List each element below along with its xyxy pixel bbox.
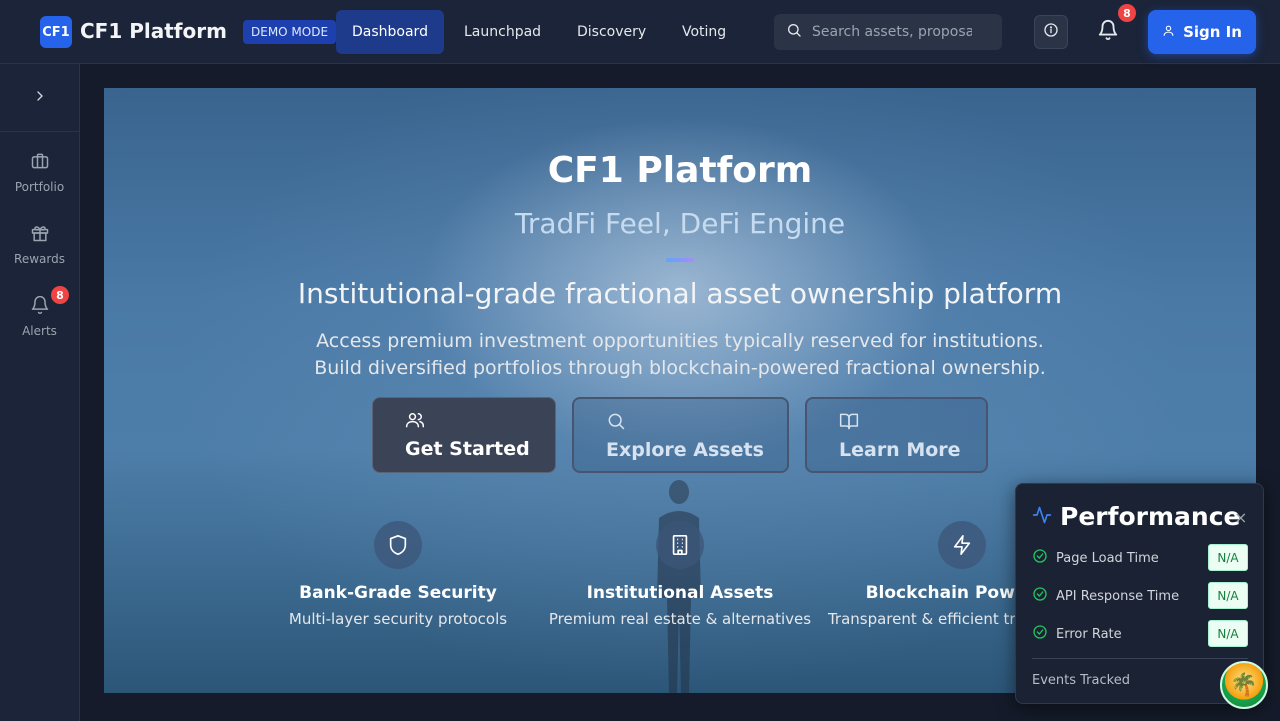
feature-security: Bank-Grade Security Multi-layer security… [248,521,548,628]
check-circle-icon [1032,548,1048,568]
performance-title: Performance [1060,502,1241,531]
shield-icon [374,521,422,569]
hero-title: CF1 Platform [547,150,813,191]
check-circle-icon [1032,586,1048,606]
metric-api-response: API Response Time N/A [1032,582,1248,610]
sidebar-item-label: Alerts [22,323,57,338]
sidebar-item-label: Portfolio [14,179,65,194]
user-icon [1162,23,1175,41]
info-icon [1043,22,1059,42]
feature-text: Multi-layer security protocols [288,610,508,628]
info-button[interactable] [1034,15,1068,49]
feature-title: Institutional Assets [586,583,774,603]
sidebar-item-label: Rewards [14,251,65,266]
close-icon[interactable]: × [1234,508,1247,527]
metric-label: API Response Time [1056,588,1180,604]
get-started-button[interactable]: Get Started [372,397,556,473]
hero-subtitle: TradFi Feel, DeFi Engine [514,207,846,240]
explore-assets-button[interactable]: Explore Assets [572,397,789,473]
activity-icon [1032,505,1052,529]
divider [1032,658,1248,659]
nav-discovery[interactable]: Discovery [561,10,662,54]
alerts-count-badge: 8 [51,286,69,304]
description-line: Access premium investment opportunities … [316,330,1044,352]
metric-value: N/A [1208,620,1248,647]
feature-text: Premium real estate & alternatives [548,610,812,628]
metric-page-load: Page Load Time N/A [1032,544,1248,572]
metric-value: N/A [1208,544,1248,571]
palm-tree-icon: 🌴 [1230,672,1258,698]
sidebar-expand-button[interactable] [0,64,79,132]
sidebar-item-alerts[interactable]: Alerts 8 [0,286,79,346]
feature-title: Bank-Grade Security [299,583,497,603]
book-icon [839,413,859,435]
bell-icon [30,295,50,318]
hero-description: Access premium investment opportunities … [104,328,1256,382]
metric-label: Page Load Time [1056,550,1159,566]
metric-error-rate: Error Rate N/A [1032,620,1248,648]
search-input[interactable] [812,24,972,40]
chevron-right-icon [32,88,48,108]
sign-in-label: Sign In [1183,23,1242,41]
description-line: Build diversified portfolios through blo… [314,357,1046,379]
bell-icon [1097,19,1119,45]
notification-count-badge: 8 [1118,4,1136,22]
events-tracked-label: Events Tracked [1032,673,1130,688]
metric-label: Error Rate [1056,626,1122,642]
sidebar-item-rewards[interactable]: Rewards [0,214,79,274]
sign-in-button[interactable]: Sign In [1148,10,1256,54]
logo[interactable]: CF1 [40,16,72,48]
cta-label: Learn More [839,439,961,461]
feature-assets: Institutional Assets Premium real estate… [530,521,830,628]
accent-divider [666,258,694,262]
cta-label: Explore Assets [606,439,764,461]
avatar[interactable]: 🌴 [1220,661,1268,709]
search-icon [606,413,626,435]
sidebar: Portfolio Rewards Alerts 8 [0,64,80,721]
top-navbar: CF1 CF1 Platform DEMO MODE Dashboard Lau… [0,0,1280,64]
nav-voting[interactable]: Voting [666,10,742,54]
search-box[interactable] [774,14,1002,50]
sidebar-item-portfolio[interactable]: Portfolio [0,142,79,202]
cta-label: Get Started [405,438,530,460]
gift-icon [30,223,50,246]
metric-value: N/A [1208,582,1248,609]
nav-launchpad[interactable]: Launchpad [448,10,557,54]
check-circle-icon [1032,624,1048,644]
briefcase-icon [30,151,50,174]
nav-dashboard[interactable]: Dashboard [336,10,444,54]
notifications-button[interactable]: 8 [1091,4,1136,49]
demo-mode-badge: DEMO MODE [243,20,337,44]
search-icon [786,22,802,42]
performance-header: Performance [1032,502,1240,531]
hero-tagline: Institutional-grade fractional asset own… [297,277,1063,310]
learn-more-button[interactable]: Learn More [805,397,988,473]
lightning-icon [938,521,986,569]
building-icon [656,521,704,569]
users-icon [405,413,425,434]
brand-name[interactable]: CF1 Platform [80,19,227,43]
